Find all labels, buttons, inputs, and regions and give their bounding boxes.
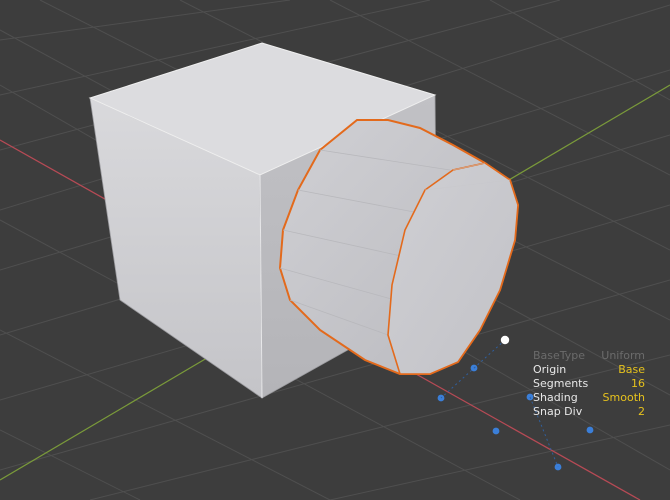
hud-label: Origin [533, 363, 567, 376]
hud-label: Shading [533, 391, 578, 404]
hud-value: 2 [638, 405, 645, 418]
3d-viewport[interactable]: BaseType Uniform Origin Base Segments 16… [0, 0, 670, 500]
hud-row-snap-div: Snap Div 2 [533, 405, 645, 419]
hud-row-origin: Origin Base [533, 363, 645, 377]
hud-row-segments: Segments 16 [533, 377, 645, 391]
hud-value: Smooth [602, 391, 645, 404]
hud-label: Snap Div [533, 405, 583, 418]
hud-value: Base [618, 363, 645, 376]
tool-settings-hud: BaseType Uniform Origin Base Segments 16… [533, 349, 645, 419]
viewport-canvas[interactable] [0, 0, 670, 500]
hud-value: Uniform [601, 349, 645, 362]
hud-label: Segments [533, 377, 589, 390]
cursor-point[interactable] [500, 335, 510, 345]
hud-row-shading: Shading Smooth [533, 391, 645, 405]
hud-row-basetype: BaseType Uniform [533, 349, 645, 363]
hud-label: BaseType [533, 349, 586, 362]
hud-value: 16 [631, 377, 645, 390]
